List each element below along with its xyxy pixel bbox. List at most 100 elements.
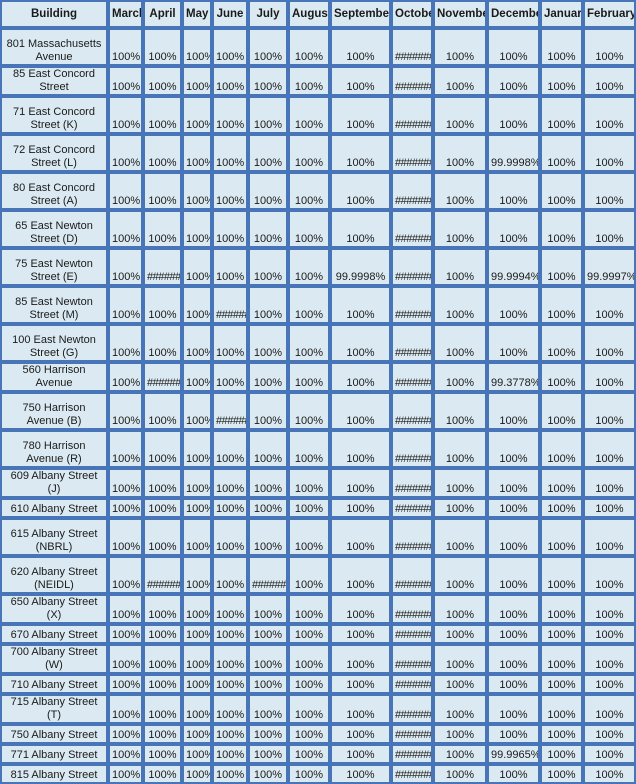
uptime-cell[interactable]: ########	[391, 764, 433, 784]
uptime-cell[interactable]: 100%	[288, 518, 330, 556]
uptime-cell[interactable]: 100%	[487, 96, 540, 134]
uptime-cell[interactable]: 100%	[248, 518, 288, 556]
uptime-cell[interactable]: 100%	[182, 518, 212, 556]
uptime-cell[interactable]: 100%	[433, 724, 487, 744]
uptime-cell[interactable]: 100%	[330, 498, 391, 518]
uptime-cell[interactable]: 100%	[182, 764, 212, 784]
uptime-cell[interactable]: 100%	[540, 134, 583, 172]
uptime-cell[interactable]: 100%	[583, 694, 636, 724]
uptime-cell[interactable]: 100%	[487, 556, 540, 594]
uptime-cell[interactable]: 100%	[108, 324, 143, 362]
uptime-cell[interactable]: 100%	[143, 134, 182, 172]
uptime-cell[interactable]: 99.9997%	[583, 248, 636, 286]
uptime-cell[interactable]: 100%	[108, 674, 143, 694]
building-name-cell[interactable]: 771 Albany Street	[0, 744, 108, 764]
uptime-cell[interactable]: 100%	[330, 518, 391, 556]
column-header-august[interactable]: August	[288, 0, 330, 28]
uptime-cell[interactable]: 100%	[540, 210, 583, 248]
uptime-cell[interactable]: 100%	[330, 594, 391, 624]
uptime-cell[interactable]: 100%	[540, 694, 583, 724]
uptime-cell[interactable]: 100%	[433, 744, 487, 764]
uptime-cell[interactable]: 100%	[182, 172, 212, 210]
uptime-cell[interactable]: 100%	[583, 556, 636, 594]
uptime-cell[interactable]: 100%	[540, 594, 583, 624]
building-name-cell[interactable]: 780 Harrison Avenue (R)	[0, 430, 108, 468]
uptime-cell[interactable]: 100%	[108, 744, 143, 764]
uptime-cell[interactable]: 100%	[487, 594, 540, 624]
uptime-cell[interactable]: 100%	[433, 556, 487, 594]
building-name-cell[interactable]: 80 East Concord Street (A)	[0, 172, 108, 210]
uptime-cell[interactable]: 100%	[433, 594, 487, 624]
uptime-cell[interactable]: 100%	[330, 286, 391, 324]
uptime-cell[interactable]: ########	[391, 362, 433, 392]
uptime-cell[interactable]: 100%	[108, 556, 143, 594]
column-header-march[interactable]: March	[108, 0, 143, 28]
uptime-cell[interactable]: 100%	[182, 644, 212, 674]
uptime-cell[interactable]: 100%	[212, 498, 248, 518]
building-name-cell[interactable]: 85 East Concord Street	[0, 66, 108, 96]
uptime-cell[interactable]: 100%	[487, 430, 540, 468]
uptime-cell[interactable]: 100%	[143, 694, 182, 724]
uptime-cell[interactable]: 100%	[288, 430, 330, 468]
uptime-cell[interactable]: 100%	[248, 324, 288, 362]
uptime-cell[interactable]: 100%	[248, 644, 288, 674]
uptime-cell[interactable]: 100%	[487, 724, 540, 744]
uptime-cell[interactable]: 100%	[108, 134, 143, 172]
uptime-cell[interactable]: 100%	[433, 134, 487, 172]
uptime-cell[interactable]: 100%	[212, 764, 248, 784]
uptime-cell[interactable]: 100%	[583, 134, 636, 172]
uptime-cell[interactable]: 100%	[583, 430, 636, 468]
uptime-cell[interactable]: ########	[391, 172, 433, 210]
uptime-cell[interactable]: 100%	[330, 172, 391, 210]
uptime-cell[interactable]: 100%	[182, 248, 212, 286]
uptime-cell[interactable]: 100%	[487, 624, 540, 644]
uptime-cell[interactable]: 100%	[330, 468, 391, 498]
uptime-cell[interactable]: 100%	[248, 28, 288, 66]
building-name-cell[interactable]: 700 Albany Street (W)	[0, 644, 108, 674]
uptime-cell[interactable]: 100%	[288, 724, 330, 744]
uptime-cell[interactable]: 100%	[143, 624, 182, 644]
uptime-cell[interactable]: 100%	[288, 172, 330, 210]
uptime-cell[interactable]: 100%	[433, 468, 487, 498]
building-name-cell[interactable]: 670 Albany Street	[0, 624, 108, 644]
uptime-cell[interactable]: 100%	[212, 28, 248, 66]
uptime-cell[interactable]: 100%	[330, 556, 391, 594]
uptime-cell[interactable]: 100%	[248, 624, 288, 644]
uptime-cell[interactable]: 100%	[143, 744, 182, 764]
uptime-cell[interactable]: 100%	[330, 764, 391, 784]
uptime-cell[interactable]: ########	[391, 28, 433, 66]
uptime-cell[interactable]: 100%	[288, 624, 330, 644]
uptime-cell[interactable]: 100%	[212, 724, 248, 744]
uptime-cell[interactable]: 100%	[108, 624, 143, 644]
column-header-february[interactable]: February	[583, 0, 636, 28]
uptime-cell[interactable]: 100%	[212, 96, 248, 134]
uptime-cell[interactable]: 100%	[108, 172, 143, 210]
uptime-cell[interactable]: 100%	[288, 324, 330, 362]
uptime-cell[interactable]: 100%	[143, 28, 182, 66]
uptime-cell[interactable]: 100%	[143, 518, 182, 556]
uptime-cell[interactable]: 100%	[330, 210, 391, 248]
uptime-cell[interactable]: 100%	[182, 468, 212, 498]
uptime-cell[interactable]: 100%	[212, 468, 248, 498]
uptime-cell[interactable]: ########	[391, 134, 433, 172]
uptime-cell[interactable]: 100%	[583, 362, 636, 392]
uptime-cell[interactable]: 100%	[540, 556, 583, 594]
uptime-cell[interactable]: 100%	[108, 392, 143, 430]
uptime-cell[interactable]: 100%	[248, 66, 288, 96]
building-name-cell[interactable]: 65 East Newton Street (D)	[0, 210, 108, 248]
uptime-cell[interactable]: 100%	[143, 724, 182, 744]
uptime-cell[interactable]: 100%	[487, 28, 540, 66]
uptime-cell[interactable]: 100%	[108, 644, 143, 674]
uptime-cell[interactable]: 100%	[583, 96, 636, 134]
uptime-cell[interactable]: 100%	[212, 324, 248, 362]
uptime-cell[interactable]: ########	[391, 324, 433, 362]
uptime-cell[interactable]: 100%	[143, 286, 182, 324]
uptime-cell[interactable]: 100%	[143, 392, 182, 430]
uptime-cell[interactable]: 100%	[182, 286, 212, 324]
uptime-cell[interactable]: 100%	[212, 674, 248, 694]
uptime-cell[interactable]: 100%	[433, 518, 487, 556]
uptime-cell[interactable]: 100%	[330, 744, 391, 764]
building-name-cell[interactable]: 610 Albany Street	[0, 498, 108, 518]
column-header-september[interactable]: September	[330, 0, 391, 28]
building-name-cell[interactable]: 615 Albany Street (NBRL)	[0, 518, 108, 556]
